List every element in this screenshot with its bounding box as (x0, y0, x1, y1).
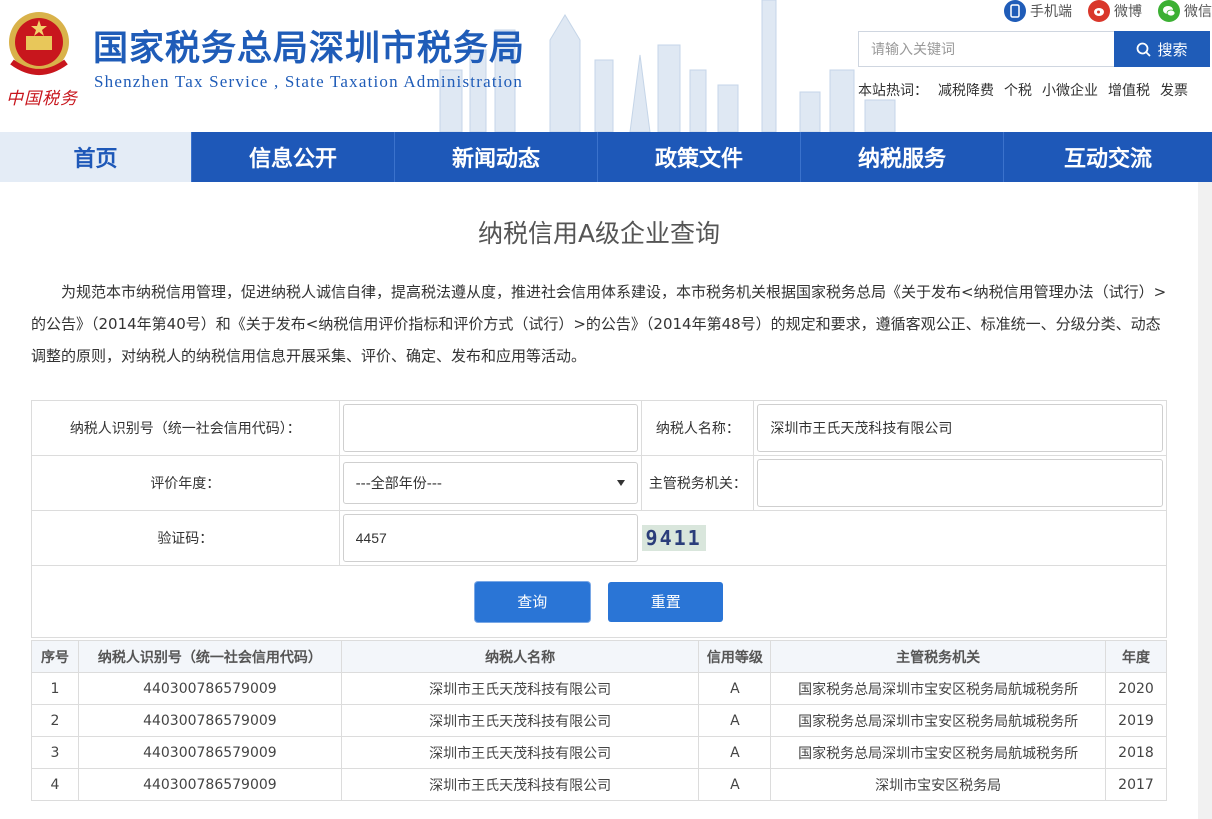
cell-index: 3 (31, 736, 79, 769)
cell-credit-level: A (698, 736, 772, 769)
form-actions: 查询 重置 (31, 565, 1167, 638)
cell-index: 1 (31, 672, 79, 705)
taxpayer-name-label: 纳税人名称： (641, 400, 755, 456)
search-button[interactable]: 搜索 (1114, 31, 1210, 67)
cell-year: 2020 (1104, 672, 1168, 705)
taxpayer-id-label: 纳税人识别号（统一社会信用代码）： (31, 400, 340, 456)
reset-button[interactable]: 重置 (608, 581, 724, 622)
col-header: 主管税务机关 (770, 640, 1106, 673)
cell-taxpayer-name: 深圳市王氏天茂科技有限公司 (340, 736, 700, 769)
search-input[interactable] (858, 31, 1114, 67)
query-button[interactable]: 查询 (474, 581, 590, 622)
table-row: 2 440300786579009 深圳市王氏天茂科技有限公司 A 国家税务总局… (31, 704, 1168, 737)
captcha-input[interactable] (342, 514, 638, 562)
wechat-link[interactable]: 微信 (1158, 0, 1212, 22)
hot-keyword[interactable]: 发票 (1160, 80, 1188, 100)
search-box: 搜索 (858, 31, 1210, 67)
table-row: 1 440300786579009 深圳市王氏天茂科技有限公司 A 国家税务总局… (31, 672, 1168, 705)
cell-year: 2017 (1104, 768, 1168, 801)
taxpayer-id-input[interactable] (342, 404, 639, 452)
hot-keyword[interactable]: 减税降费 (938, 80, 994, 100)
intro-paragraph: 为规范本市纳税信用管理，促进纳税人诚信自律，提高税法遵从度，推进社会信用体系建设… (31, 283, 1167, 365)
col-header: 年度 (1104, 640, 1168, 673)
cell-tax-authority: 深圳市宝安区税务局 (770, 768, 1106, 801)
weibo-icon (1088, 0, 1110, 22)
year-label: 评价年度： (31, 455, 340, 511)
page-scrollbar[interactable] (1198, 182, 1212, 819)
mobile-link[interactable]: 手机端 (1004, 0, 1072, 22)
site-header: 中国税务 国家税务总局深圳市税务局 Shenzhen Tax Service ,… (0, 0, 1212, 132)
mobile-icon (1004, 0, 1026, 22)
col-header: 序号 (31, 640, 79, 673)
weibo-label: 微博 (1114, 4, 1142, 20)
hot-keyword[interactable]: 小微企业 (1042, 80, 1098, 100)
cell-index: 2 (31, 704, 79, 737)
cell-taxpayer-id: 440300786579009 (77, 672, 342, 705)
national-emblem-logo (9, 12, 69, 75)
hot-keyword[interactable]: 个税 (1004, 80, 1032, 100)
weibo-link[interactable]: 微博 (1088, 0, 1142, 22)
page-title: 纳税信用A级企业查询 (477, 219, 721, 248)
table-row: 4 440300786579009 深圳市王氏天茂科技有限公司 A 深圳市宝安区… (31, 768, 1168, 801)
year-select-value: ---全部年份--- (355, 476, 442, 492)
cell-year: 2018 (1104, 736, 1168, 769)
top-links: 手机端 微博 微信 (1004, 0, 1212, 22)
nav-news[interactable]: 新闻动态 (395, 132, 598, 182)
nav-home[interactable]: 首页 (0, 132, 192, 182)
cell-index: 4 (31, 768, 79, 801)
mobile-label: 手机端 (1030, 4, 1072, 20)
nav-interaction[interactable]: 互动交流 (1004, 132, 1212, 182)
cell-taxpayer-name: 深圳市王氏天茂科技有限公司 (340, 768, 700, 801)
hot-keyword[interactable]: 增值税 (1108, 80, 1150, 100)
site-subtitle: Shenzhen Tax Service , State Taxation Ad… (94, 72, 524, 91)
cell-credit-level: A (698, 768, 772, 801)
hot-keywords-label: 本站热词： (858, 83, 928, 99)
site-title: 国家税务总局深圳市税务局 (93, 29, 526, 69)
col-header: 纳税人识别号（统一社会信用代码） (77, 640, 342, 673)
cell-credit-level: A (698, 672, 772, 705)
cell-year: 2019 (1104, 704, 1168, 737)
cell-taxpayer-name: 深圳市王氏天茂科技有限公司 (340, 672, 700, 705)
wechat-icon (1158, 0, 1180, 22)
cell-credit-level: A (698, 704, 772, 737)
cell-tax-authority: 国家税务总局深圳市宝安区税务局航城税务所 (770, 672, 1106, 705)
col-header: 纳税人名称 (340, 640, 700, 673)
query-form: 纳税人识别号（统一社会信用代码）： 纳税人名称： 评价年度： ---全部年份--… (31, 400, 1168, 638)
captcha-row: 9411 (342, 514, 1163, 562)
year-select[interactable]: ---全部年份--- (342, 462, 639, 504)
cell-taxpayer-name: 深圳市王氏天茂科技有限公司 (340, 704, 700, 737)
cell-taxpayer-id: 440300786579009 (77, 736, 342, 769)
wechat-label: 微信 (1184, 4, 1212, 20)
search-button-label: 搜索 (1157, 41, 1188, 59)
table-row: 3 440300786579009 深圳市王氏天茂科技有限公司 A 国家税务总局… (31, 736, 1168, 769)
captcha-label: 验证码： (31, 510, 340, 566)
cell-tax-authority: 国家税务总局深圳市宝安区税务局航城税务所 (770, 704, 1106, 737)
col-header: 信用等级 (698, 640, 772, 673)
taxpayer-name-input[interactable] (757, 404, 1163, 452)
nav-info-disclosure[interactable]: 信息公开 (192, 132, 395, 182)
tax-authority-input[interactable] (757, 459, 1163, 507)
nav-policy[interactable]: 政策文件 (598, 132, 801, 182)
cell-taxpayer-id: 440300786579009 (77, 768, 342, 801)
cell-taxpayer-id: 440300786579009 (77, 704, 342, 737)
brand-script-logo: 中国税务 (6, 89, 78, 109)
nav-tax-service[interactable]: 纳税服务 (801, 132, 1004, 182)
tax-authority-label: 主管税务机关： (641, 455, 755, 511)
hot-keywords: 本站热词： 减税降费 个税 小微企业 增值税 发票 (858, 80, 1188, 100)
cell-tax-authority: 国家税务总局深圳市宝安区税务局航城税务所 (770, 736, 1106, 769)
caret-down-icon (617, 480, 626, 486)
main-nav: 首页 信息公开 新闻动态 政策文件 纳税服务 互动交流 (0, 132, 1212, 182)
search-icon (1137, 42, 1152, 57)
results-table: 序号 纳税人识别号（统一社会信用代码） 纳税人名称 信用等级 主管税务机关 年度… (31, 640, 1168, 801)
results-header-row: 序号 纳税人识别号（统一社会信用代码） 纳税人名称 信用等级 主管税务机关 年度 (31, 640, 1168, 673)
captcha-image[interactable]: 9411 (641, 525, 706, 551)
